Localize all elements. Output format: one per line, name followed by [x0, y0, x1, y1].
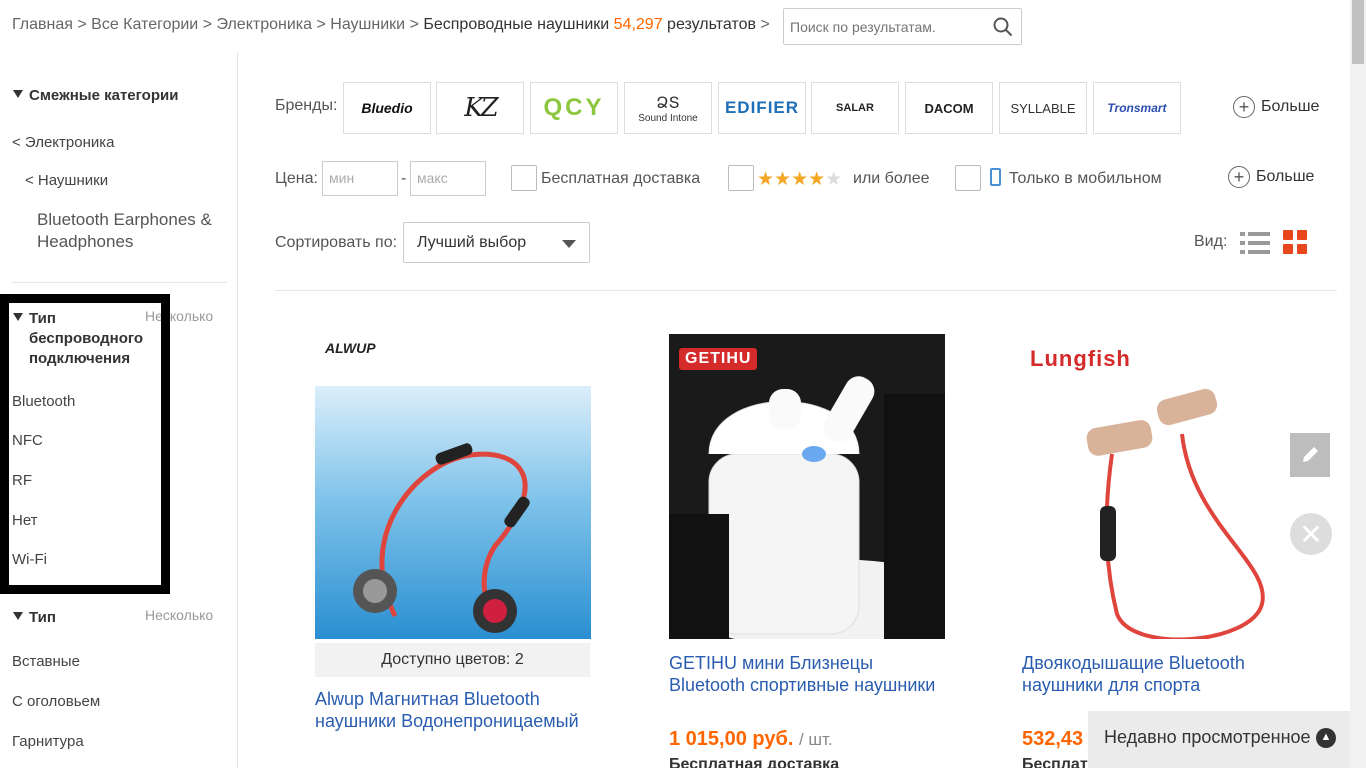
product-price-getihu: 1 015,00 руб. / шт.: [669, 728, 833, 750]
product-price-lungfish: 532,43: [1022, 728, 1084, 750]
grid-view-icon[interactable]: [1283, 230, 1307, 254]
recently-viewed-bar[interactable]: Недавно просмотренное ▲: [1088, 711, 1350, 768]
pencil-icon: [1303, 447, 1318, 462]
breadcrumb-electronics[interactable]: Электроника: [217, 16, 313, 33]
close-icon: ✕: [1299, 518, 1323, 550]
rating-suffix: или более: [853, 170, 930, 187]
product-shipping-getihu: Бесплатная доставка: [669, 756, 840, 768]
result-count: 54,297: [613, 16, 663, 33]
list-view-icon[interactable]: [1240, 230, 1270, 256]
type-heading[interactable]: Тип: [13, 609, 56, 626]
search-box: [783, 8, 1022, 45]
plus-icon: +: [1228, 166, 1250, 188]
price-max-input[interactable]: макс: [410, 161, 486, 196]
product-image-getihu[interactable]: GETIHU: [669, 334, 945, 639]
chevron-up-icon[interactable]: ▲: [1316, 728, 1336, 748]
phone-icon: [990, 168, 1001, 186]
brand-dacom[interactable]: DACOM: [905, 82, 993, 134]
brand-logo: Lungfish: [1030, 346, 1131, 371]
breadcrumb-current: Беспроводные наушники: [423, 16, 610, 33]
brand-kz[interactable]: KZ: [436, 82, 524, 134]
product-title-getihu[interactable]: GETIHU мини Близнецы Bluetooth спортивны…: [669, 652, 944, 696]
mobile-only-checkbox[interactable]: [955, 165, 981, 191]
sidebar-divider: [12, 282, 227, 283]
search-input[interactable]: [784, 9, 984, 44]
breadcrumb-home[interactable]: Главная: [12, 16, 73, 33]
sidebar-link-electronics[interactable]: < Электроника: [12, 134, 115, 151]
chevron-down-icon: [562, 240, 576, 248]
sidebar-link-headphones[interactable]: < Наушники: [25, 172, 108, 189]
brand-sound-intone[interactable]: ՁՏ Sound Intone: [624, 82, 712, 134]
plus-icon: +: [1233, 96, 1255, 118]
sort-select[interactable]: Лучший выбор: [403, 222, 590, 263]
breadcrumb: Главная > Все Категории > Электроника > …: [12, 16, 770, 33]
breadcrumb-all-categories[interactable]: Все Категории: [91, 16, 198, 33]
rating-stars: ★★★★★: [757, 168, 842, 191]
brand-qcy[interactable]: QCY: [530, 82, 618, 134]
mobile-only-label: Только в мобильном: [1009, 170, 1162, 187]
product-shipping-lungfish: Бесплат: [1022, 756, 1088, 768]
brand-tronsmart[interactable]: Tronsmart: [1093, 82, 1181, 134]
filter-option-in-ear[interactable]: Вставные: [12, 653, 80, 670]
star-empty-icon: ★: [825, 169, 843, 190]
page-scrollbar[interactable]: [1350, 0, 1366, 768]
star-icons: ★★★★: [757, 169, 826, 190]
sort-label: Сортировать по:: [275, 234, 398, 251]
brand-bluedio[interactable]: Bluedio: [343, 82, 431, 134]
price-label: Цена:: [275, 170, 318, 187]
price-separator: -: [401, 170, 407, 187]
product-image-alwup[interactable]: ALWUP: [315, 334, 591, 639]
collapse-triangle-icon: [13, 612, 23, 620]
result-count-suffix: результатов: [667, 16, 756, 33]
brands-label: Бренды:: [275, 97, 338, 114]
type-multi-select[interactable]: Несколько: [145, 607, 213, 623]
filter-option-headset[interactable]: Гарнитура: [12, 733, 84, 750]
available-colors: Доступно цветов: 2: [315, 643, 590, 677]
free-shipping-checkbox[interactable]: [511, 165, 537, 191]
free-shipping-label: Бесплатная доставка: [541, 170, 701, 187]
sidebar-current-category: Bluetooth Earphones & Headphones: [37, 210, 212, 251]
scrollbar-thumb[interactable]: [1352, 0, 1364, 64]
filter-option-headband[interactable]: С оголовьем: [12, 693, 100, 710]
product-title-alwup[interactable]: Alwup Магнитная Bluetooth наушники Водон…: [315, 688, 590, 732]
search-icon[interactable]: [993, 17, 1013, 37]
close-button[interactable]: ✕: [1290, 513, 1332, 555]
breadcrumb-headphones[interactable]: Наушники: [330, 16, 405, 33]
price-min-input[interactable]: мин: [322, 161, 398, 196]
brand-edifier[interactable]: EDIFIER: [718, 82, 806, 134]
earphone-illustration: [353, 443, 530, 633]
brand-logo: ALWUP: [325, 340, 376, 356]
filters-divider: [275, 290, 1337, 291]
brands-more-button[interactable]: + Больше: [1233, 96, 1319, 118]
top-bar: Главная > Все Категории > Электроника > …: [0, 0, 1350, 52]
highlight-box: [0, 294, 170, 594]
product-image-lungfish[interactable]: Lungfish: [1022, 334, 1298, 639]
brand-salar[interactable]: SALAR: [811, 82, 899, 134]
edit-button[interactable]: [1290, 433, 1330, 477]
related-categories-heading[interactable]: Смежные категории: [13, 87, 178, 104]
earbuds-case-illustration: [669, 376, 945, 639]
product-title-lungfish[interactable]: Двоякодышащие Bluetooth наушники для спо…: [1022, 652, 1272, 696]
brand-syllable[interactable]: SYLLABLE: [999, 82, 1087, 134]
view-label: Вид:: [1194, 233, 1228, 250]
rating-checkbox[interactable]: [728, 165, 754, 191]
sound-intone-logo-icon: ՁՏ: [656, 94, 680, 112]
collapse-triangle-icon: [13, 90, 23, 98]
filters-more-button[interactable]: + Больше: [1228, 166, 1314, 188]
earphone-illustration: [1086, 388, 1265, 639]
